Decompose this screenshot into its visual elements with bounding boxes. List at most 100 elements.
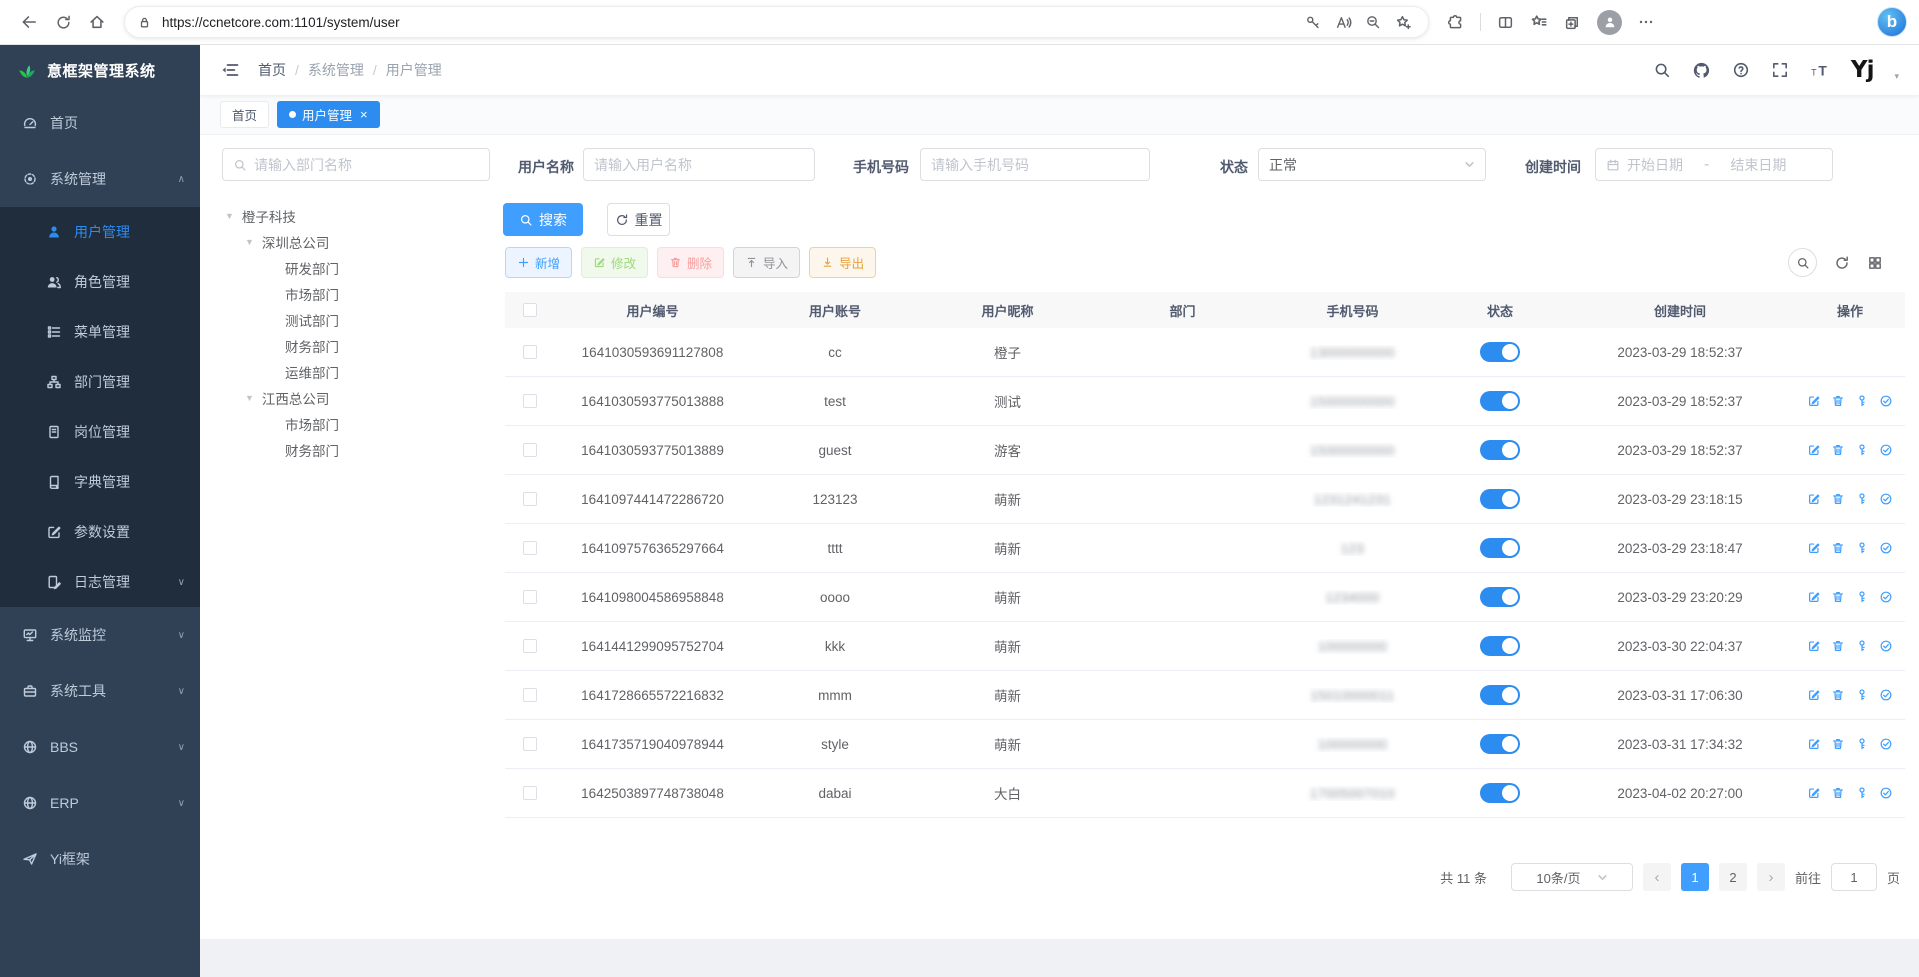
tree-node[interactable]: ▼ 江西总公司 — [200, 385, 495, 411]
sidebar-item-bbs[interactable]: BBS ∨ — [0, 719, 200, 775]
assign-role-check-icon[interactable] — [1879, 688, 1893, 702]
delete-row-icon[interactable] — [1831, 590, 1845, 604]
table-row[interactable]: 1641097576365297664 tttt 萌新 123 2023-03-… — [505, 524, 1905, 573]
browser-refresh-icon[interactable] — [46, 7, 80, 37]
row-checkbox[interactable] — [523, 688, 537, 702]
status-toggle[interactable] — [1480, 587, 1520, 607]
collections-icon[interactable] — [1564, 14, 1581, 31]
sidebar-item-tools[interactable]: 系统工具 ∨ — [0, 663, 200, 719]
sidebar-item-logs[interactable]: 日志管理 ∨ — [0, 557, 200, 607]
department-search-input[interactable] — [222, 148, 490, 181]
phone-input[interactable] — [920, 148, 1150, 181]
edit-row-icon[interactable] — [1807, 443, 1821, 457]
tab-user-management[interactable]: 用户管理 × — [277, 101, 380, 128]
browser-back-icon[interactable] — [12, 7, 46, 37]
goto-page-input[interactable] — [1831, 863, 1877, 891]
assign-role-check-icon[interactable] — [1879, 492, 1893, 506]
status-toggle[interactable] — [1480, 734, 1520, 754]
status-toggle[interactable] — [1480, 440, 1520, 460]
chevron-down-icon[interactable]: ▾ — [1894, 71, 1899, 82]
edit-row-icon[interactable] — [1807, 590, 1821, 604]
reset-password-key-icon[interactable] — [1855, 492, 1869, 506]
reset-password-key-icon[interactable] — [1855, 590, 1869, 604]
sidebar-item-home[interactable]: 首页 — [0, 95, 200, 151]
assign-role-check-icon[interactable] — [1879, 443, 1893, 457]
browser-menu-icon[interactable] — [1638, 14, 1654, 30]
password-key-icon[interactable] — [1298, 8, 1328, 36]
assign-role-check-icon[interactable] — [1879, 541, 1893, 555]
sidebar-item-posts[interactable]: 岗位管理 — [0, 407, 200, 457]
address-bar[interactable]: https://ccnetcore.com:1101/system/user — [124, 6, 1429, 38]
tree-caret-icon[interactable]: ▼ — [245, 393, 254, 403]
close-tab-icon[interactable]: × — [360, 107, 368, 122]
sidebar-item-parameters[interactable]: 参数设置 — [0, 507, 200, 557]
delete-row-icon[interactable] — [1831, 639, 1845, 653]
tree-node[interactable]: ▼ 市场部门 — [200, 281, 495, 307]
delete-row-icon[interactable] — [1831, 786, 1845, 800]
username-field[interactable] — [594, 157, 804, 173]
modify-button[interactable]: 修改 — [581, 247, 648, 278]
assign-role-check-icon[interactable] — [1879, 639, 1893, 653]
prev-page-button[interactable]: ‹ — [1643, 863, 1671, 891]
tree-node[interactable]: ▼ 财务部门 — [200, 437, 495, 463]
user-logo-avatar[interactable]: Yj — [1851, 57, 1874, 83]
sidebar-item-roles[interactable]: 角色管理 — [0, 257, 200, 307]
zoom-out-icon[interactable] — [1358, 8, 1388, 36]
row-checkbox[interactable] — [523, 541, 537, 555]
table-row[interactable]: 1641735719040978944 style 萌新 100000000 2… — [505, 720, 1905, 769]
tree-node[interactable]: ▼ 市场部门 — [200, 411, 495, 437]
edit-row-icon[interactable] — [1807, 541, 1821, 555]
status-toggle[interactable] — [1480, 636, 1520, 656]
browser-home-icon[interactable] — [80, 7, 114, 37]
export-button[interactable]: 导出 — [809, 247, 876, 278]
page-button-2[interactable]: 2 — [1719, 863, 1747, 891]
reset-password-key-icon[interactable] — [1855, 688, 1869, 702]
row-checkbox[interactable] — [523, 492, 537, 506]
column-settings-icon[interactable] — [1867, 255, 1883, 271]
status-toggle[interactable] — [1480, 538, 1520, 558]
row-checkbox[interactable] — [523, 737, 537, 751]
table-row[interactable]: 1641030593775013889 guest 游客 15000000000… — [505, 426, 1905, 475]
status-toggle[interactable] — [1480, 342, 1520, 362]
row-checkbox[interactable] — [523, 345, 537, 359]
date-range-input[interactable]: 开始日期 - 结束日期 — [1595, 148, 1833, 181]
delete-row-icon[interactable] — [1831, 737, 1845, 751]
help-icon[interactable] — [1732, 61, 1750, 79]
read-aloud-icon[interactable] — [1328, 8, 1358, 36]
lock-icon[interactable] — [137, 15, 152, 30]
github-icon[interactable] — [1692, 61, 1711, 80]
table-row[interactable]: 1641097441472286720 123123 萌新 1231241231… — [505, 475, 1905, 524]
sidebar-item-monitor[interactable]: 系统监控 ∨ — [0, 607, 200, 663]
phone-field[interactable] — [931, 157, 1139, 173]
row-checkbox[interactable] — [523, 443, 537, 457]
font-size-icon[interactable]: TT — [1810, 61, 1830, 79]
delete-button[interactable]: 删除 — [657, 247, 724, 278]
status-toggle[interactable] — [1480, 391, 1520, 411]
table-row[interactable]: 1641728665572216832 mmm 萌新 15010000011 2… — [505, 671, 1905, 720]
date-end-placeholder[interactable]: 结束日期 — [1730, 155, 1786, 175]
copilot-bing-icon[interactable]: b — [1877, 7, 1907, 37]
edit-row-icon[interactable] — [1807, 786, 1821, 800]
reset-password-key-icon[interactable] — [1855, 443, 1869, 457]
add-button[interactable]: 新增 — [505, 247, 572, 278]
reset-password-key-icon[interactable] — [1855, 639, 1869, 653]
assign-role-check-icon[interactable] — [1879, 786, 1893, 800]
next-page-button[interactable]: › — [1757, 863, 1785, 891]
tree-node[interactable]: ▼ 研发部门 — [200, 255, 495, 281]
sidebar-item-departments[interactable]: 部门管理 — [0, 357, 200, 407]
reset-password-key-icon[interactable] — [1855, 737, 1869, 751]
sidebar-item-yi-framework[interactable]: Yi框架 — [0, 831, 200, 887]
status-toggle[interactable] — [1480, 489, 1520, 509]
status-toggle[interactable] — [1480, 783, 1520, 803]
tree-node[interactable]: ▼ 深圳总公司 — [200, 229, 495, 255]
sidebar-item-erp[interactable]: ERP ∨ — [0, 775, 200, 831]
edit-row-icon[interactable] — [1807, 394, 1821, 408]
username-input[interactable] — [583, 148, 815, 181]
assign-role-check-icon[interactable] — [1879, 737, 1893, 751]
sidebar-item-users[interactable]: 用户管理 — [0, 207, 200, 257]
status-toggle[interactable] — [1480, 685, 1520, 705]
tree-node[interactable]: ▼ 运维部门 — [200, 359, 495, 385]
date-start-placeholder[interactable]: 开始日期 — [1627, 155, 1683, 175]
row-checkbox[interactable] — [523, 590, 537, 604]
tree-caret-icon[interactable]: ▼ — [245, 237, 254, 247]
